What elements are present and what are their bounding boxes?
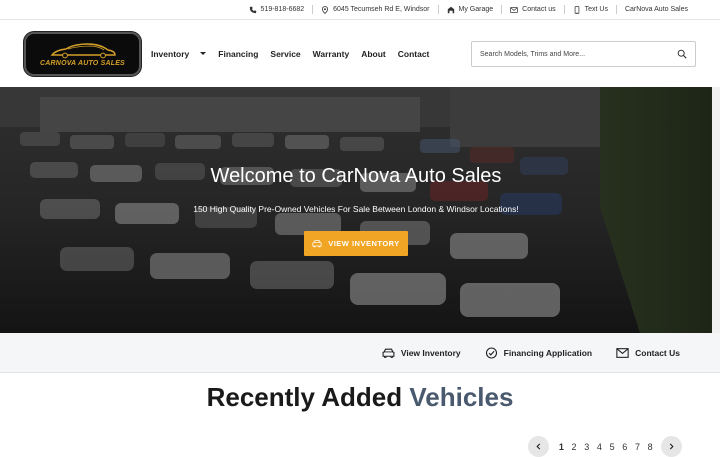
search-input[interactable]: Search Models, Trims and More...: [471, 41, 696, 67]
page-number[interactable]: 8: [644, 442, 657, 452]
page-number-list: 12345678: [555, 442, 657, 452]
page-number[interactable]: 6: [618, 442, 631, 452]
dealer-name-link[interactable]: CarNova Auto Sales: [617, 0, 696, 19]
nav-about[interactable]: About: [361, 49, 386, 59]
dealer-name: CarNova Auto Sales: [624, 6, 688, 13]
main-navbar: CARNOVA AUTO SALES Inventory Financing S…: [0, 20, 720, 87]
prev-page-button[interactable]: [528, 436, 549, 457]
hero-banner: Welcome to CarNova Auto Sales 150 High Q…: [0, 87, 712, 333]
nav-inventory[interactable]: Inventory: [151, 48, 207, 59]
phone-icon: [249, 6, 256, 13]
quick-financing-label: Financing Application: [503, 347, 593, 358]
nav-financing[interactable]: Financing: [218, 49, 258, 59]
primary-nav: Inventory Financing Service Warranty Abo…: [151, 49, 429, 59]
page-number[interactable]: 5: [606, 442, 619, 452]
nav-financing-label: Financing: [218, 48, 259, 59]
recently-added-heading: Recently Added Vehicles: [0, 382, 720, 413]
page-number[interactable]: 3: [580, 442, 593, 452]
address-link[interactable]: 6045 Tecumseh Rd E, Windsor: [313, 0, 437, 19]
car-icon: [382, 348, 395, 358]
quick-contact-us[interactable]: Contact Us: [616, 347, 680, 359]
mobile-phone-icon: [574, 5, 579, 14]
nav-about-label: About: [361, 48, 386, 59]
nav-service[interactable]: Service: [270, 49, 300, 59]
nav-warranty-label: Warranty: [312, 48, 350, 59]
quick-contact-label: Contact Us: [635, 347, 680, 358]
quick-financing-application[interactable]: Financing Application: [485, 346, 593, 359]
page-number[interactable]: 4: [593, 442, 606, 452]
contact-us-link[interactable]: Contact us: [502, 0, 563, 19]
recent-title-accent: Vehicles: [409, 382, 514, 412]
chevron-left-icon: [536, 443, 541, 450]
mail-icon: [510, 6, 518, 13]
search-icon[interactable]: [677, 49, 687, 59]
contact-us-label: Contact us: [522, 6, 556, 13]
address-text: 6045 Tecumseh Rd E, Windsor: [333, 6, 430, 13]
phone-number: 519-818-6682: [260, 6, 305, 13]
view-inventory-label: VIEW INVENTORY: [328, 239, 400, 248]
location-pin-icon: [322, 5, 329, 14]
scrollbar-track[interactable]: [712, 87, 720, 333]
car-icon: [312, 240, 322, 248]
check-circle-icon: [485, 346, 497, 359]
hero-subtitle: 150 High Quality Pre-Owned Vehicles For …: [193, 204, 519, 214]
page-number[interactable]: 2: [568, 442, 581, 452]
chevron-right-icon: [669, 443, 674, 450]
recent-title-main: Recently Added: [206, 382, 403, 412]
page-number[interactable]: 1: [555, 442, 568, 452]
quick-view-inventory-label: View Inventory: [400, 347, 461, 358]
nav-contact-label: Contact: [397, 48, 430, 59]
quick-links-bar: View Inventory Financing Application Con…: [0, 333, 720, 373]
text-us-link[interactable]: Text Us: [565, 0, 616, 19]
phone-link[interactable]: 519-818-6682: [241, 0, 313, 19]
chevron-down-icon: [200, 52, 207, 55]
next-page-button[interactable]: [660, 436, 682, 457]
nav-inventory-label: Inventory: [151, 48, 190, 59]
quick-view-inventory[interactable]: View Inventory: [382, 347, 461, 359]
hero-content: Welcome to CarNova Auto Sales 150 High Q…: [0, 87, 712, 333]
car-logo-icon: [50, 42, 116, 58]
nav-service-label: Service: [270, 48, 301, 59]
pagination: 12345678: [528, 436, 682, 457]
view-inventory-button[interactable]: VIEW INVENTORY: [304, 231, 408, 256]
utility-bar: 519-818-6682 6045 Tecumseh Rd E, Windsor…: [0, 0, 720, 20]
nav-warranty[interactable]: Warranty: [313, 49, 350, 59]
my-garage-link[interactable]: My Garage: [439, 0, 502, 19]
text-us-label: Text Us: [584, 6, 608, 13]
search-placeholder: Search Models, Trims and More...: [480, 50, 586, 58]
hero-title: Welcome to CarNova Auto Sales: [210, 165, 502, 187]
nav-contact[interactable]: Contact: [398, 49, 430, 59]
my-garage-label: My Garage: [458, 6, 494, 13]
mail-icon: [616, 347, 629, 358]
page-number[interactable]: 7: [631, 442, 644, 452]
site-logo[interactable]: CARNOVA AUTO SALES: [24, 31, 141, 76]
logo-wordmark: CARNOVA AUTO SALES: [40, 59, 125, 67]
garage-icon: [447, 6, 454, 13]
